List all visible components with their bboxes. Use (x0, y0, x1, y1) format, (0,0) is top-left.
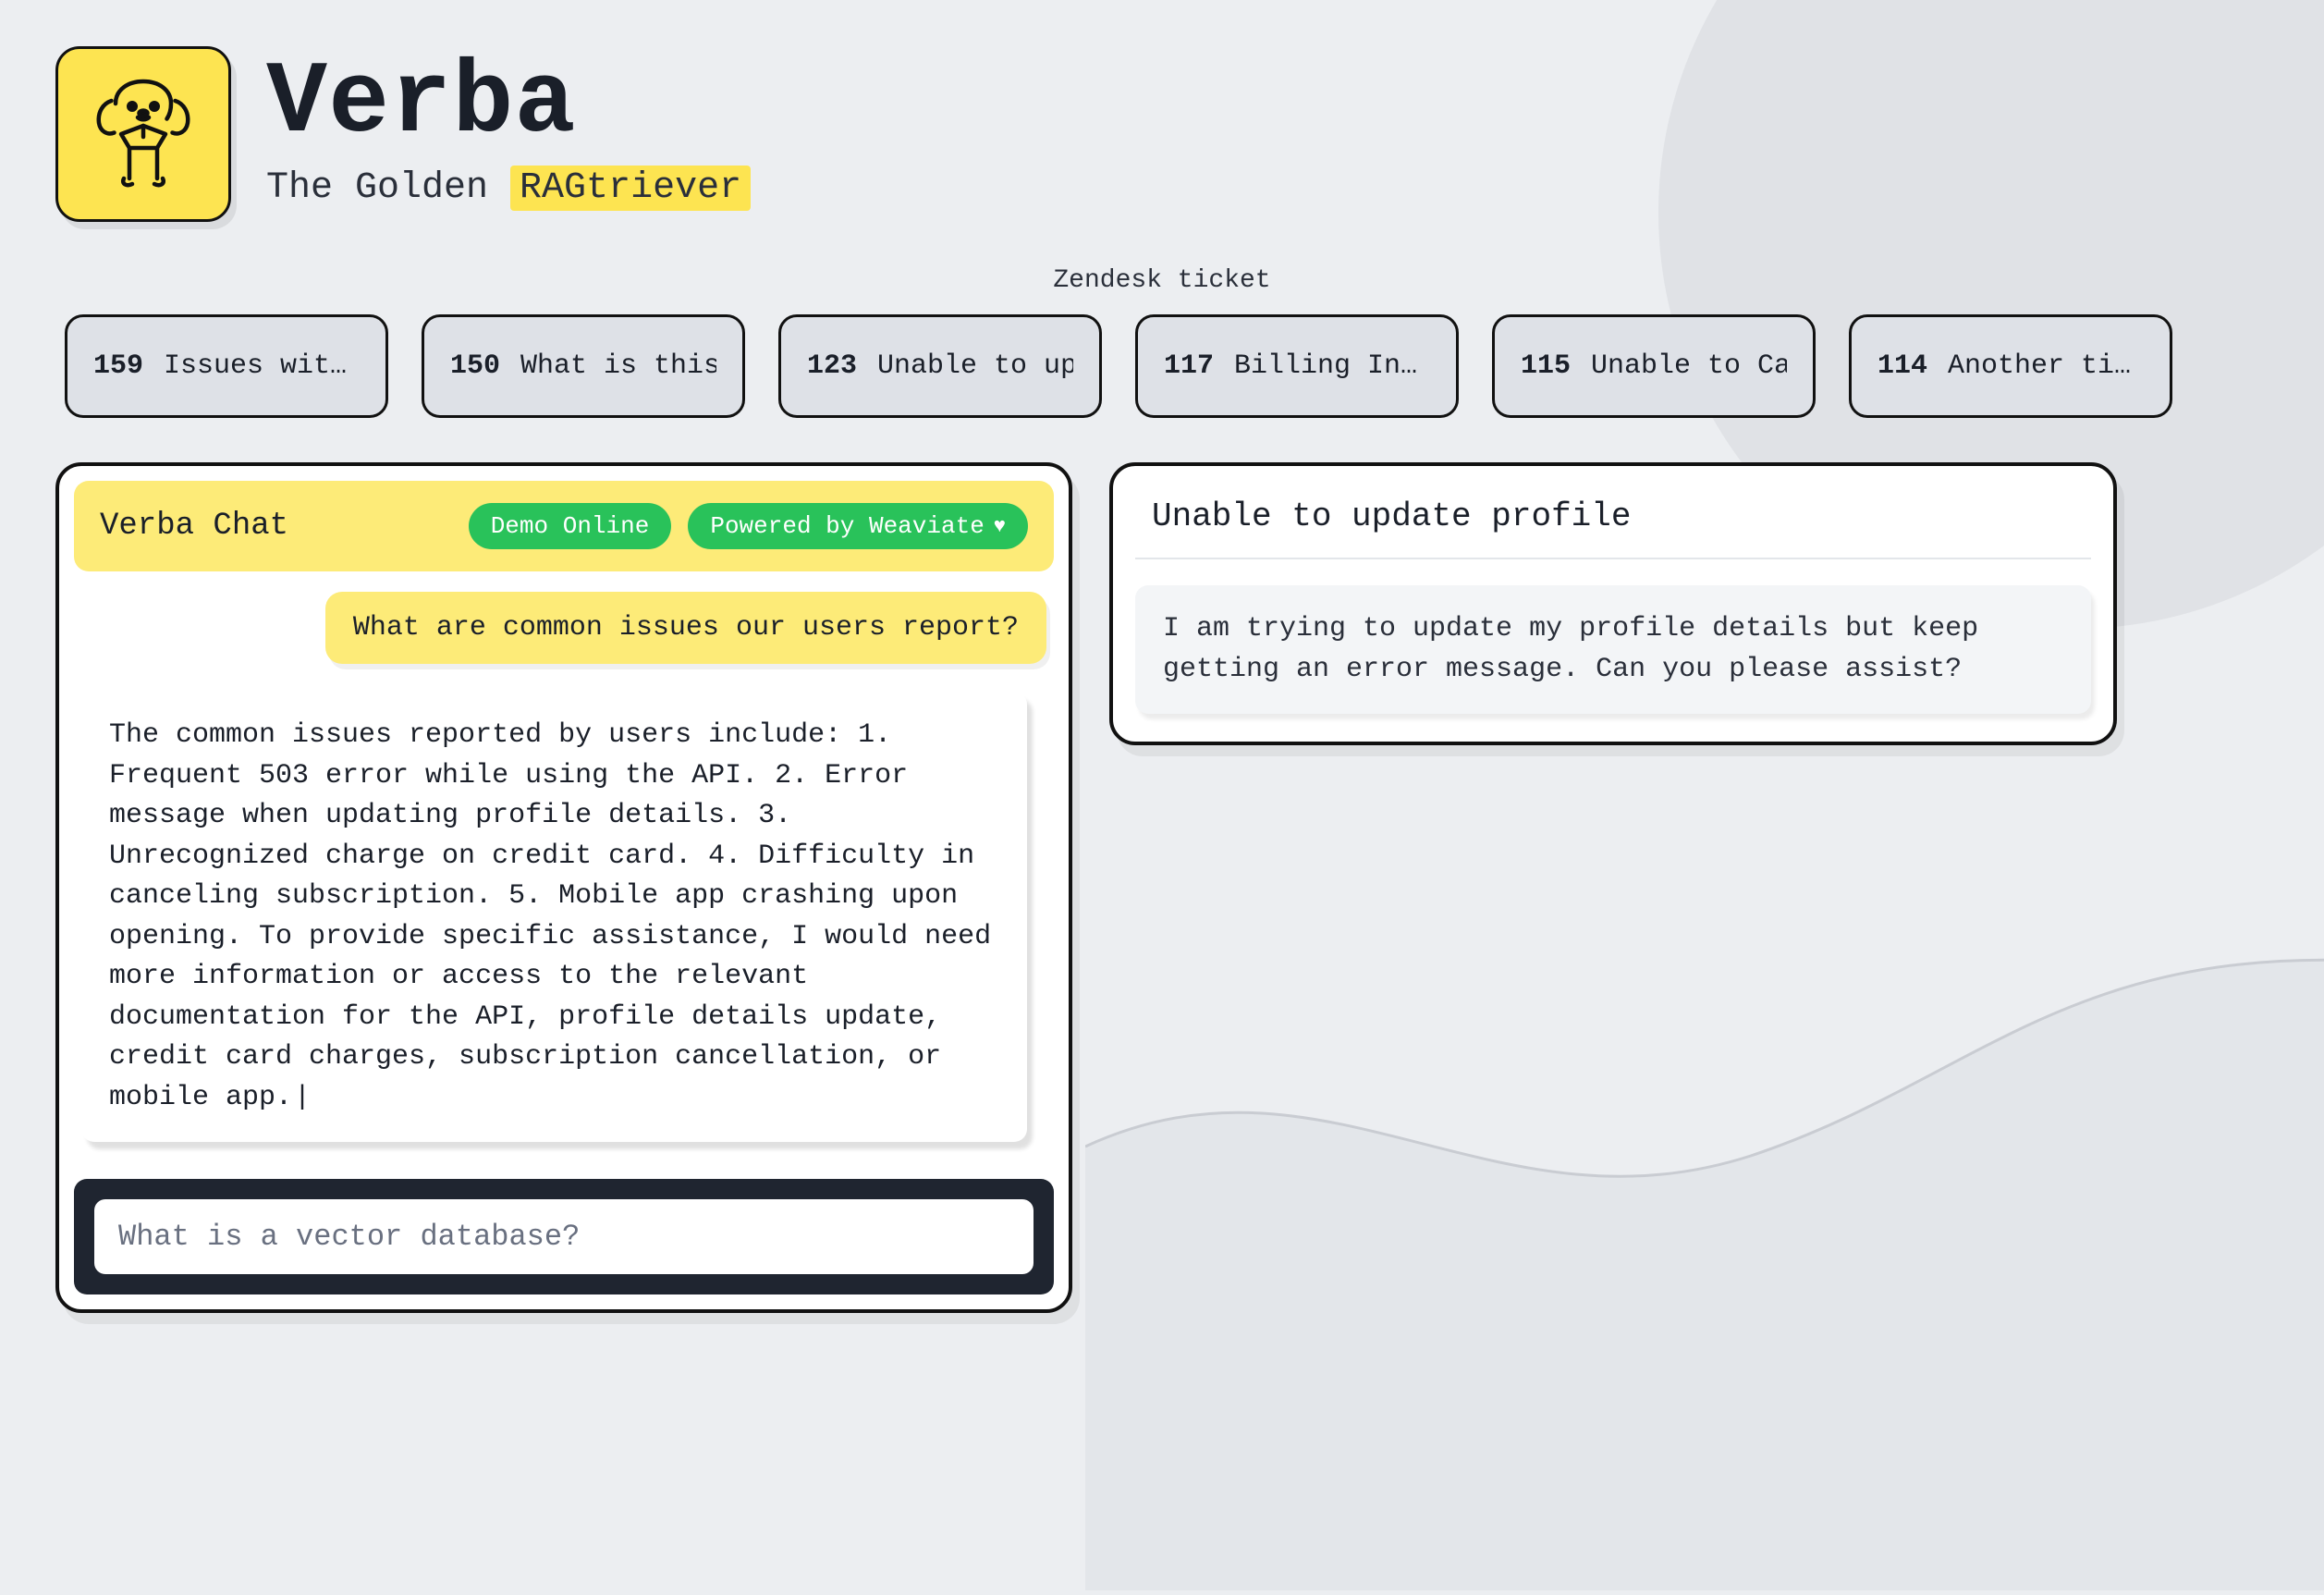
status-pill-online: Demo Online (469, 503, 672, 549)
app-title: Verba (266, 46, 751, 162)
ticket-id: 115 (1521, 350, 1571, 382)
chat-input[interactable] (94, 1199, 1034, 1274)
ticket-id: 159 (93, 350, 143, 382)
ticket-card[interactable]: 159 Issues with API (65, 314, 388, 418)
ticket-id: 114 (1878, 350, 1927, 382)
ticket-title: Another ticket (1948, 350, 2144, 382)
ticket-card[interactable]: 150 What is this ticke (422, 314, 745, 418)
ticket-title: Unable to Cancel S (1591, 350, 1787, 382)
subtitle-highlight: RAGtriever (510, 166, 751, 211)
brand-header: Verba The Golden RAGtriever (55, 46, 751, 222)
chat-message-user: What are common issues our users report? (325, 592, 1046, 664)
document-title: Unable to update profile (1135, 485, 2091, 559)
app-subtitle: The Golden RAGtriever (266, 167, 751, 209)
ticket-id: 123 (807, 350, 857, 382)
ticket-id: 117 (1164, 350, 1214, 382)
ticket-card[interactable]: 115 Unable to Cancel S (1492, 314, 1816, 418)
app-logo (55, 46, 231, 222)
ticket-card[interactable]: 117 Billing Inquiry (1135, 314, 1459, 418)
dog-icon (74, 65, 213, 203)
chat-message-bot: The common issues reported by users incl… (81, 692, 1027, 1142)
chat-input-bar (74, 1179, 1054, 1294)
document-body: I am trying to update my profile details… (1135, 585, 2091, 714)
main-panels: Verba Chat Demo Online Powered by Weavia… (55, 462, 2117, 1313)
ticket-title: What is this ticke (520, 350, 716, 382)
chat-header: Verba Chat Demo Online Powered by Weavia… (74, 481, 1054, 571)
ticket-title: Issues with API (164, 350, 360, 382)
document-panel: Unable to update profile I am trying to … (1109, 462, 2117, 745)
ticket-id: 150 (450, 350, 500, 382)
chat-body: What are common issues our users report?… (74, 571, 1054, 1179)
ticket-card[interactable]: 123 Unable to update p (778, 314, 1102, 418)
ticket-list: 159 Issues with API 150 What is this tic… (65, 314, 2172, 418)
section-label: Zendesk ticket (0, 266, 2324, 295)
ticket-title: Unable to update p (877, 350, 1073, 382)
powered-by-pill: Powered by Weaviate ♥ (688, 503, 1028, 549)
chat-title: Verba Chat (100, 509, 288, 544)
powered-by-label: Powered by Weaviate (710, 512, 984, 540)
heart-icon: ♥ (994, 515, 1006, 538)
chat-panel: Verba Chat Demo Online Powered by Weavia… (55, 462, 1072, 1313)
ticket-card[interactable]: 114 Another ticket (1849, 314, 2172, 418)
ticket-title: Billing Inquiry (1234, 350, 1430, 382)
